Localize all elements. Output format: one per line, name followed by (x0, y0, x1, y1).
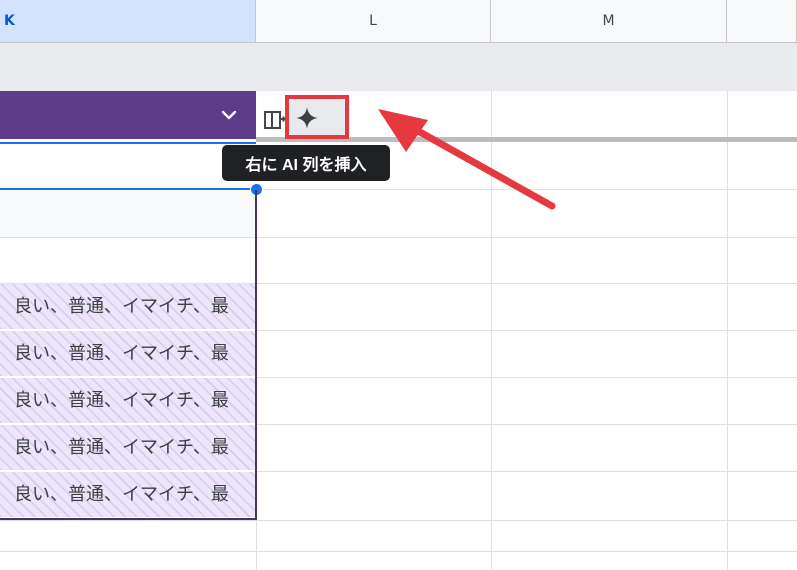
grid-line (256, 520, 257, 570)
table-header-underline (0, 142, 256, 144)
grid-line (0, 520, 797, 521)
annotation-arrow (378, 109, 556, 210)
column-header-m[interactable]: M (491, 0, 727, 43)
table-border (0, 518, 257, 520)
insert-column-icon[interactable] (262, 108, 286, 132)
grid-line (0, 551, 797, 552)
grid-line (256, 377, 797, 378)
grid-line (0, 237, 797, 238)
grid-line (256, 471, 797, 472)
list-item[interactable]: 良い、普通、イマイチ、最 (0, 378, 256, 424)
column-header-n[interactable] (727, 0, 797, 43)
chevron-down-icon[interactable] (217, 103, 241, 127)
tooltip: 右に AI 列を挿入 (222, 145, 390, 181)
highlight-box (285, 95, 349, 139)
grid-line (256, 330, 797, 331)
selection-border (0, 188, 256, 190)
column-header-l[interactable]: L (256, 0, 491, 43)
column-header-k[interactable]: K (0, 0, 256, 43)
list-item[interactable]: 良い、普通、イマイチ、最 (0, 425, 256, 471)
list-item[interactable]: 良い、普通、イマイチ、最 (0, 472, 256, 518)
frozen-row-band (0, 43, 797, 91)
table-border (255, 190, 257, 520)
list-item[interactable]: 良い、普通、イマイチ、最 (0, 331, 256, 377)
list-item[interactable]: 良い、普通、イマイチ、最 (0, 284, 256, 330)
table-row[interactable] (0, 190, 256, 237)
grid-line (256, 424, 797, 425)
